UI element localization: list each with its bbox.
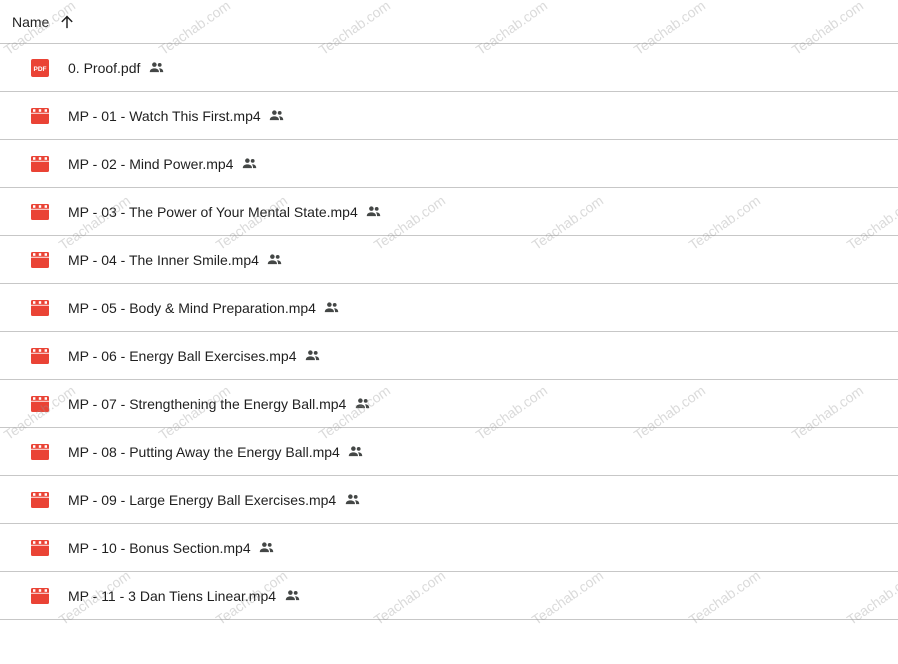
people-icon [239,154,259,174]
people-icon [364,202,384,222]
file-row[interactable]: MP - 09 - Large Energy Ball Exercises.mp… [0,476,898,524]
svg-text:PDF: PDF [34,66,47,73]
video-file-icon [30,202,50,222]
video-file-icon [30,586,50,606]
people-icon [146,58,166,78]
file-row[interactable]: MP - 01 - Watch This First.mp4 [0,92,898,140]
file-name: MP - 08 - Putting Away the Energy Ball.m… [68,443,340,460]
file-row[interactable]: MP - 04 - The Inner Smile.mp4 [0,236,898,284]
file-row[interactable]: MP - 11 - 3 Dan Tiens Linear.mp4 [0,572,898,620]
arrow-upward-icon[interactable] [57,12,77,32]
column-header-row: Name [0,0,898,44]
people-icon [342,490,362,510]
people-icon [265,250,285,270]
video-file-icon [30,394,50,414]
file-name: MP - 01 - Watch This First.mp4 [68,107,261,124]
video-file-icon [30,538,50,558]
video-file-icon [30,154,50,174]
file-row[interactable]: MP - 03 - The Power of Your Mental State… [0,188,898,236]
video-file-icon [30,346,50,366]
file-name: MP - 07 - Strengthening the Energy Ball.… [68,395,347,412]
name-column-header[interactable]: Name [12,14,49,30]
people-icon [282,586,302,606]
file-row[interactable]: MP - 10 - Bonus Section.mp4 [0,524,898,572]
file-name: 0. Proof.pdf [68,59,141,76]
file-row[interactable]: MP - 02 - Mind Power.mp4 [0,140,898,188]
people-icon [267,106,287,126]
file-name: MP - 05 - Body & Mind Preparation.mp4 [68,299,316,316]
video-file-icon [30,298,50,318]
people-icon [303,346,323,366]
people-icon [257,538,277,558]
file-name: MP - 09 - Large Energy Ball Exercises.mp… [68,491,337,508]
file-name: MP - 11 - 3 Dan Tiens Linear.mp4 [68,587,277,604]
people-icon [322,298,342,318]
file-row[interactable]: MP - 08 - Putting Away the Energy Ball.m… [0,428,898,476]
file-rows: PDF 0. Proof.pdf MP - 01 - Watch This Fi… [0,44,898,620]
file-name: MP - 04 - The Inner Smile.mp4 [68,251,259,268]
pdf-file-icon: PDF [30,58,50,78]
file-row[interactable]: MP - 07 - Strengthening the Energy Ball.… [0,380,898,428]
video-file-icon [30,442,50,462]
file-name: MP - 06 - Energy Ball Exercises.mp4 [68,347,297,364]
video-file-icon [30,106,50,126]
file-row[interactable]: PDF 0. Proof.pdf [0,44,898,92]
video-file-icon [30,250,50,270]
people-icon [352,394,372,414]
people-icon [346,442,366,462]
file-name: MP - 02 - Mind Power.mp4 [68,155,234,172]
file-row[interactable]: MP - 06 - Energy Ball Exercises.mp4 [0,332,898,380]
file-list: Name PDF 0. Proof.pdf MP - 01 - Watch Th… [0,0,898,620]
video-file-icon [30,490,50,510]
file-name: MP - 10 - Bonus Section.mp4 [68,539,251,556]
file-row[interactable]: MP - 05 - Body & Mind Preparation.mp4 [0,284,898,332]
file-name: MP - 03 - The Power of Your Mental State… [68,203,358,220]
